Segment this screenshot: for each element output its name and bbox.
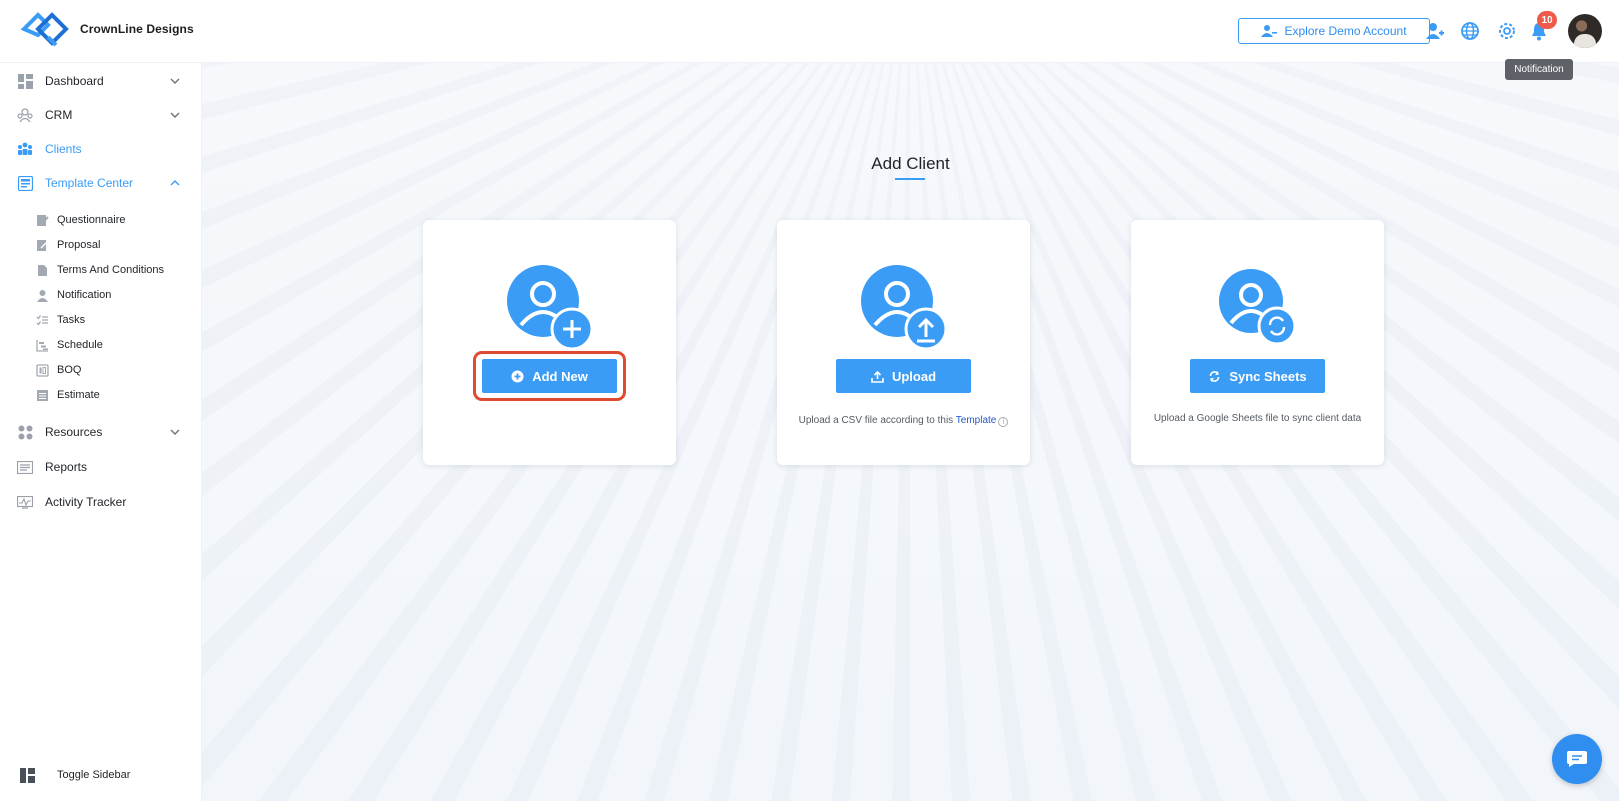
add-user-illustration-icon [507,265,594,351]
sidebar-subitem-terms[interactable]: Terms And Conditions [0,259,202,281]
explore-demo-button[interactable]: Explore Demo Account [1238,18,1430,44]
top-header: CrownLine Designs Explore Demo Account 1… [0,0,1619,63]
sidebar-subitem-label: Proposal [57,239,101,251]
chevron-down-icon [170,429,180,435]
add-new-card: Add New [423,220,676,465]
crm-icon [17,107,33,123]
avatar[interactable] [1568,14,1602,48]
sidebar-item-resources[interactable]: Resources [0,417,202,447]
page-title: Add Client [871,154,950,173]
explore-demo-label: Explore Demo Account [1284,24,1407,38]
chevron-down-icon [170,112,180,118]
chevron-up-icon [170,180,180,186]
upload-help-label: Upload a CSV file according to this [798,415,956,426]
upload-help-text: Upload a CSV file according to this Temp… [777,415,1030,427]
main-content: Add Client Add New Upload Upload a CSV f… [202,63,1619,801]
sidebar-item-clients[interactable]: Clients [0,134,202,164]
sync-sheets-label: Sync Sheets [1229,368,1307,384]
sidebar-item-dashboard[interactable]: Dashboard [0,66,202,96]
plus-circle-icon [511,370,524,382]
upload-icon [871,370,884,383]
sidebar-subitem-boq[interactable]: BOQ [0,359,202,381]
sidebar-item-crm[interactable]: CRM [0,100,202,130]
activity-icon [17,494,33,510]
sidebar-subitem-tasks[interactable]: Tasks [0,309,202,331]
sidebar-subitem-label: Terms And Conditions [57,264,164,276]
brand-name: CrownLine Designs [80,22,194,36]
proposal-icon [37,239,48,251]
sync-sheets-button[interactable]: Sync Sheets [1190,359,1325,393]
sidebar-subitem-label: BOQ [57,364,82,376]
boq-icon [36,363,49,377]
sidebar-subitem-label: Notification [57,289,112,301]
add-new-label: Add New [532,368,588,384]
brand-logo[interactable]: CrownLine Designs [20,8,194,50]
upload-label: Upload [891,368,937,384]
sidebar-item-label: Template Center [45,176,134,190]
sidebar-item-label: CRM [45,108,73,122]
template-link[interactable]: Template [956,415,997,426]
person-icon [37,289,48,302]
dashboard-icon [17,73,33,89]
schedule-icon [36,339,48,352]
reports-icon [17,459,33,475]
crown-logo-icon [20,12,69,47]
questionnaire-icon [37,214,49,226]
sidebar-item-label: Dashboard [45,74,104,88]
notification-badge: 10 [1537,11,1557,29]
upload-card: Upload Upload a CSV file according to th… [777,220,1030,465]
sidebar-subitem-notification[interactable]: Notification [0,284,202,306]
sidebar-item-label: Activity Tracker [45,495,127,509]
user-icon [1261,25,1278,37]
sidebar-subitem-proposal[interactable]: Proposal [0,234,202,256]
sync-user-illustration-icon [1219,269,1297,346]
sidebar-item-label: Clients [45,142,82,156]
estimate-icon [37,389,48,401]
gear-icon[interactable] [1496,20,1518,42]
document-icon [38,264,47,276]
sidebar-item-label: Resources [45,425,103,439]
template-icon [17,175,33,191]
resources-icon [17,424,33,440]
sync-help-text: Upload a Google Sheets file to sync clie… [1153,413,1362,424]
toggle-sidebar-button[interactable]: Toggle Sidebar [0,763,202,787]
sync-sheets-card: Sync Sheets Upload a Google Sheets file … [1131,220,1384,465]
sidebar-subitem-label: Estimate [57,389,100,401]
clients-icon [17,141,33,157]
chevron-down-icon [170,78,180,84]
sidebar-subitem-label: Tasks [57,314,86,326]
sidebar-subitem-label: Schedule [57,339,103,351]
info-icon[interactable]: i [998,417,1009,427]
sidebar: Dashboard CRM Clients Template Center Qu… [0,63,202,801]
sync-icon [1210,370,1220,382]
add-new-button[interactable]: Add New [482,359,617,393]
upload-button[interactable]: Upload [836,359,971,393]
sidebar-subitem-estimate[interactable]: Estimate [0,384,202,406]
chat-widget-button[interactable] [1552,734,1602,784]
notification-tooltip: Notification [1505,59,1573,80]
sidebar-item-label: Reports [45,460,88,474]
chat-icon [1567,751,1587,767]
title-underline [895,178,925,180]
sidebar-subitem-schedule[interactable]: Schedule [0,334,202,356]
globe-icon[interactable] [1459,20,1481,42]
sidebar-item-template-center[interactable]: Template Center [0,168,202,198]
tasks-icon [36,314,48,326]
sidebar-toggle-icon [19,767,35,783]
sidebar-item-reports[interactable]: Reports [0,452,202,482]
sidebar-subitem-label: Questionnaire [57,214,126,226]
sidebar-item-activity-tracker[interactable]: Activity Tracker [0,487,202,517]
sidebar-subitem-questionnaire[interactable]: Questionnaire [0,209,202,231]
toggle-sidebar-label: Toggle Sidebar [57,769,131,781]
add-user-icon[interactable] [1424,20,1446,42]
upload-user-illustration-icon [861,265,948,351]
